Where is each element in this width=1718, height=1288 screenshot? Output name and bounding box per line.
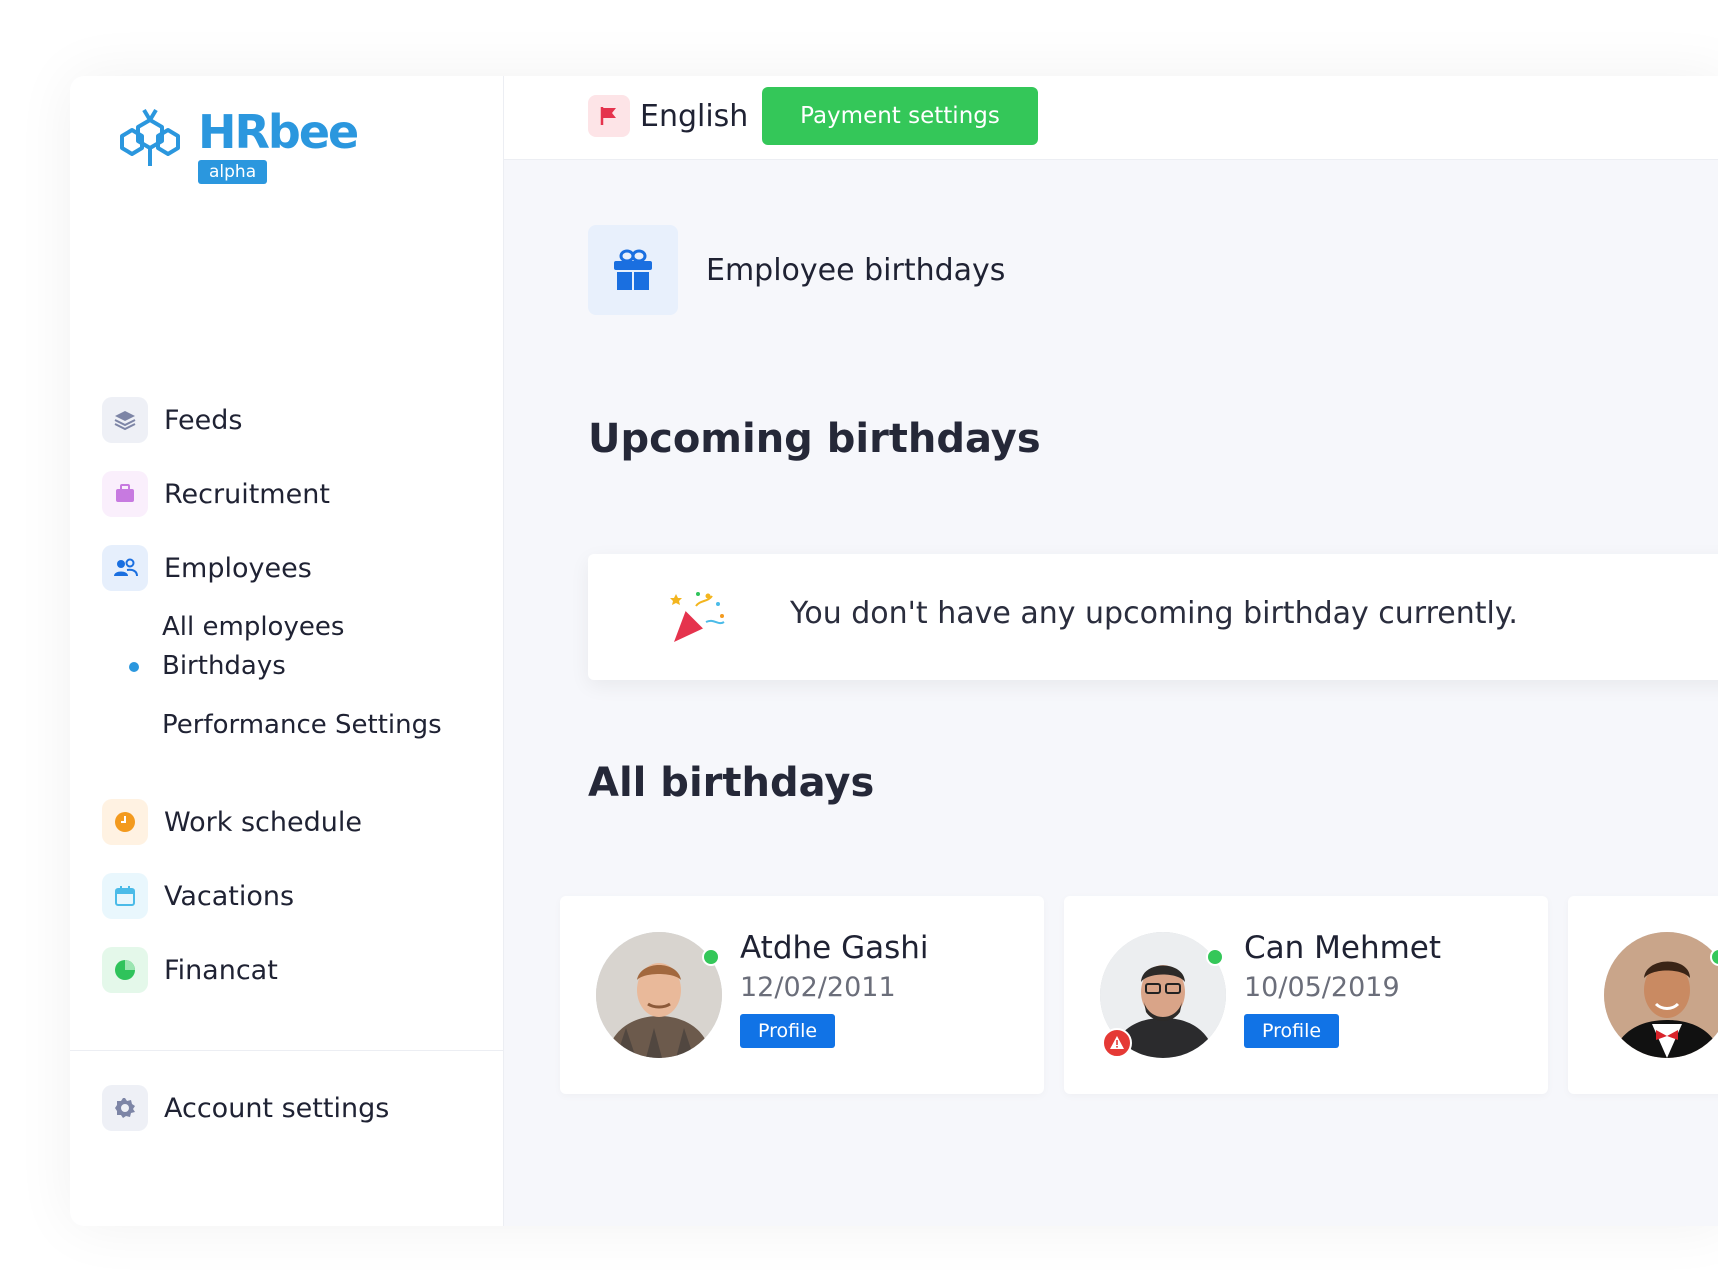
sidebar-item-vacations[interactable]: Vacations (102, 872, 294, 920)
profile-button[interactable]: Profile (1244, 1014, 1339, 1048)
all-birthdays-heading: All birthdays (588, 760, 875, 806)
upcoming-heading: Upcoming birthdays (588, 416, 1041, 462)
sidebar-item-label: Feeds (164, 404, 243, 436)
birthday-date: 10/05/2019 (1244, 972, 1400, 1003)
sidebar-item-recruitment[interactable]: Recruitment (102, 470, 330, 518)
layers-icon (102, 397, 148, 443)
calendar-icon (102, 873, 148, 919)
topbar: English Payment settings (504, 76, 1718, 160)
sidebar-item-financat[interactable]: Financat (102, 946, 278, 994)
page-title: Employee birthdays (706, 252, 1006, 288)
birthday-card: Atdhe Gashi 12/02/2011 Profile (560, 896, 1044, 1094)
users-icon (102, 545, 148, 591)
flag-icon (588, 95, 630, 137)
sidebar: HRbee alpha Feeds Recruitment Employees … (70, 76, 504, 1226)
employee-name: Atdhe Gashi (740, 930, 929, 966)
language-label: English (640, 98, 749, 134)
sidebar-item-label: Vacations (164, 880, 295, 912)
clock-icon (102, 799, 148, 845)
birthday-card (1568, 896, 1718, 1094)
birthday-card: Can Mehmet 10/05/2019 Profile (1064, 896, 1548, 1094)
brand-logo[interactable]: HRbee alpha (118, 105, 359, 184)
briefcase-icon (102, 471, 148, 517)
subnav-birthdays[interactable]: Birthdays (162, 646, 286, 686)
gear-icon (102, 1085, 148, 1131)
birthday-date: 12/02/2011 (740, 972, 896, 1003)
hive-logo-icon (120, 108, 180, 166)
warning-icon (1102, 1028, 1132, 1058)
payment-settings-button[interactable]: Payment settings (762, 87, 1038, 145)
brand-name: HRbee (198, 105, 359, 159)
sidebar-item-label: Recruitment (164, 478, 330, 510)
active-indicator (129, 662, 139, 672)
sidebar-divider (70, 1050, 504, 1051)
online-status-dot (1206, 948, 1224, 966)
empty-state-message: You don't have any upcoming birthday cur… (790, 596, 1518, 631)
employee-name: Can Mehmet (1244, 930, 1442, 966)
subnav-performance-settings[interactable]: Performance Settings (162, 705, 442, 745)
language-selector[interactable]: English (588, 95, 748, 137)
brand-badge: alpha (198, 160, 268, 184)
app-window: HRbee alpha Feeds Recruitment Employees … (70, 76, 1718, 1226)
sidebar-item-label: Account settings (164, 1092, 390, 1124)
subnav-all-employees[interactable]: All employees (162, 607, 344, 647)
sidebar-item-account-settings[interactable]: Account settings (102, 1084, 389, 1132)
pie-chart-icon (102, 947, 148, 993)
online-status-dot (702, 948, 720, 966)
sidebar-item-employees[interactable]: Employees (102, 544, 312, 592)
sidebar-item-label: Employees (164, 552, 312, 584)
empty-state-card: You don't have any upcoming birthday cur… (588, 554, 1718, 680)
sidebar-item-feeds[interactable]: Feeds (102, 396, 242, 444)
profile-button[interactable]: Profile (740, 1014, 835, 1048)
gift-icon (588, 225, 678, 315)
page-header: Employee birthdays (588, 225, 1005, 315)
party-popper-icon (670, 592, 725, 642)
sidebar-item-work-schedule[interactable]: Work schedule (102, 798, 362, 846)
sidebar-item-label: Work schedule (164, 806, 362, 838)
avatar (1604, 932, 1718, 1058)
sidebar-item-label: Financat (164, 954, 278, 986)
